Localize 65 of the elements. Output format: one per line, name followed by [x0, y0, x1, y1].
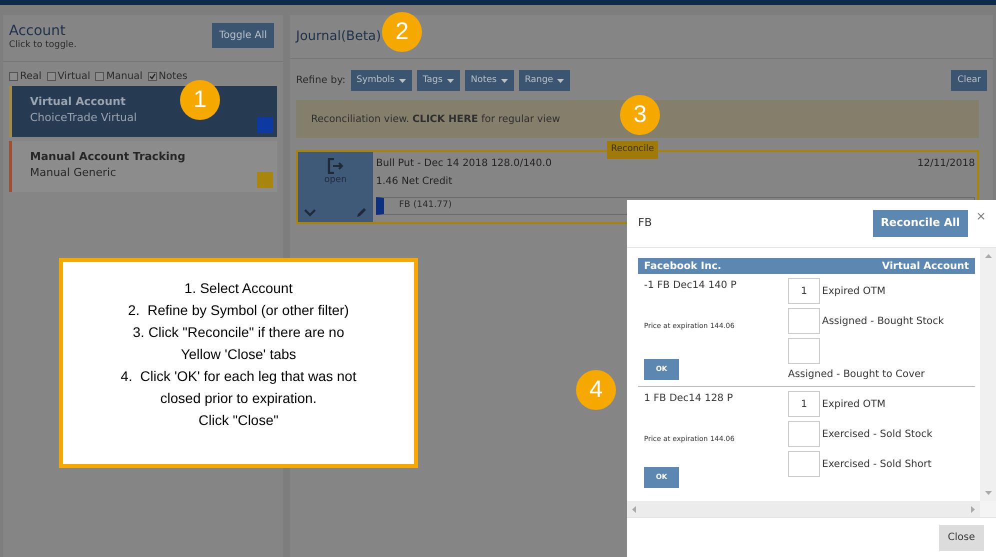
account-broker: Manual Generic	[30, 165, 116, 181]
reconcile-all-button[interactable]: Reconcile All	[872, 210, 968, 237]
option-label: Expired OTM	[822, 284, 886, 298]
reconcile-tab[interactable]: Reconcile	[607, 141, 658, 159]
journal-title: Journal(Beta)	[296, 28, 382, 46]
caret-icon	[398, 78, 406, 82]
scroll-left-icon[interactable]	[632, 506, 636, 512]
trade-date: 12/11/2018	[917, 157, 975, 171]
panel-title: Account	[9, 23, 67, 39]
option-label: Expired OTM	[822, 398, 886, 412]
option-label: Exercised - Sold Short	[822, 458, 932, 472]
instruction-line: 3. Click "Reconcile" if there are no	[132, 323, 344, 342]
trade-status: open	[324, 174, 347, 187]
option-label: Assigned - Bought to Cover	[788, 368, 925, 382]
chevron-down-icon[interactable]	[304, 209, 316, 217]
panel-subtitle: Click to toggle.	[9, 39, 77, 52]
refine-label: Refine by:	[296, 74, 346, 88]
dialog-title: FB	[638, 215, 652, 231]
account-name: Virtual Account	[30, 94, 126, 110]
scroll-down-icon[interactable]	[984, 491, 992, 495]
filter-checkbox[interactable]: Real	[9, 68, 42, 84]
leg-description: 1 FB Dec14 128 P	[644, 392, 734, 406]
filter-dropdown[interactable]: Notes	[464, 70, 514, 91]
quantity-field[interactable]	[788, 308, 820, 334]
caret-icon	[500, 78, 508, 82]
instruction-line: Click "Close"	[198, 411, 278, 430]
account-broker: ChoiceTrade Virtual	[30, 110, 137, 126]
quantity-field[interactable]	[788, 338, 820, 364]
caret-icon	[446, 78, 454, 82]
account-name: Manual Account Tracking	[30, 148, 186, 164]
toggle-all-button[interactable]: Toggle All	[212, 23, 274, 48]
filter-checkbox[interactable]: Virtual	[46, 68, 90, 84]
quantity-field[interactable]	[788, 421, 820, 447]
instruction-line: 4. Click 'OK' for each leg that was not	[120, 367, 356, 386]
symbol-label: FB (141.77)	[399, 199, 452, 212]
clear-button[interactable]: Clear	[951, 70, 987, 91]
company-name: Facebook Inc.	[644, 260, 722, 274]
instruction-line: Yellow 'Close' tabs	[180, 345, 296, 364]
filter-dropdown[interactable]: Range	[518, 70, 570, 91]
option-label: Exercised - Sold Stock	[822, 428, 932, 442]
close-button[interactable]: ×	[976, 210, 986, 222]
exit-icon	[326, 158, 344, 174]
trade-title: Bull Put - Dec 14 2018 128.0/140.0	[376, 157, 552, 171]
checkmark-icon	[148, 72, 156, 80]
scroll-up-icon[interactable]	[984, 254, 992, 258]
leg-description: -1 FB Dec14 140 P	[644, 279, 738, 293]
vertical-scrollbar[interactable]	[980, 248, 996, 501]
quantity-field[interactable]: 1	[788, 278, 820, 304]
filter-checkbox[interactable]: Manual	[95, 68, 143, 84]
horizontal-scrollbar[interactable]	[627, 501, 980, 517]
caret-icon	[557, 78, 564, 82]
quantity-field[interactable]: 1	[788, 391, 820, 417]
dialog-close-button[interactable]: Close	[938, 524, 984, 550]
filter-dropdown[interactable]: Symbols	[350, 70, 412, 91]
account-card[interactable]: Manual Account Tracking Manual Generic	[9, 140, 277, 192]
instruction-line: 1. Select Account	[184, 279, 293, 298]
option-label: Assigned - Bought Stock	[822, 314, 944, 328]
trade-credit: 1.46 Net Credit	[376, 175, 454, 189]
filter-dropdown[interactable]: Tags	[416, 70, 460, 91]
pencil-icon[interactable]	[356, 206, 368, 218]
account-name: Virtual Account	[882, 260, 969, 274]
instruction-line: 2. Refine by Symbol (or other filter)	[128, 301, 349, 320]
scroll-right-icon[interactable]	[971, 506, 975, 512]
instruction-line: closed prior to expiration.	[160, 389, 317, 408]
quantity-field[interactable]	[788, 451, 820, 477]
